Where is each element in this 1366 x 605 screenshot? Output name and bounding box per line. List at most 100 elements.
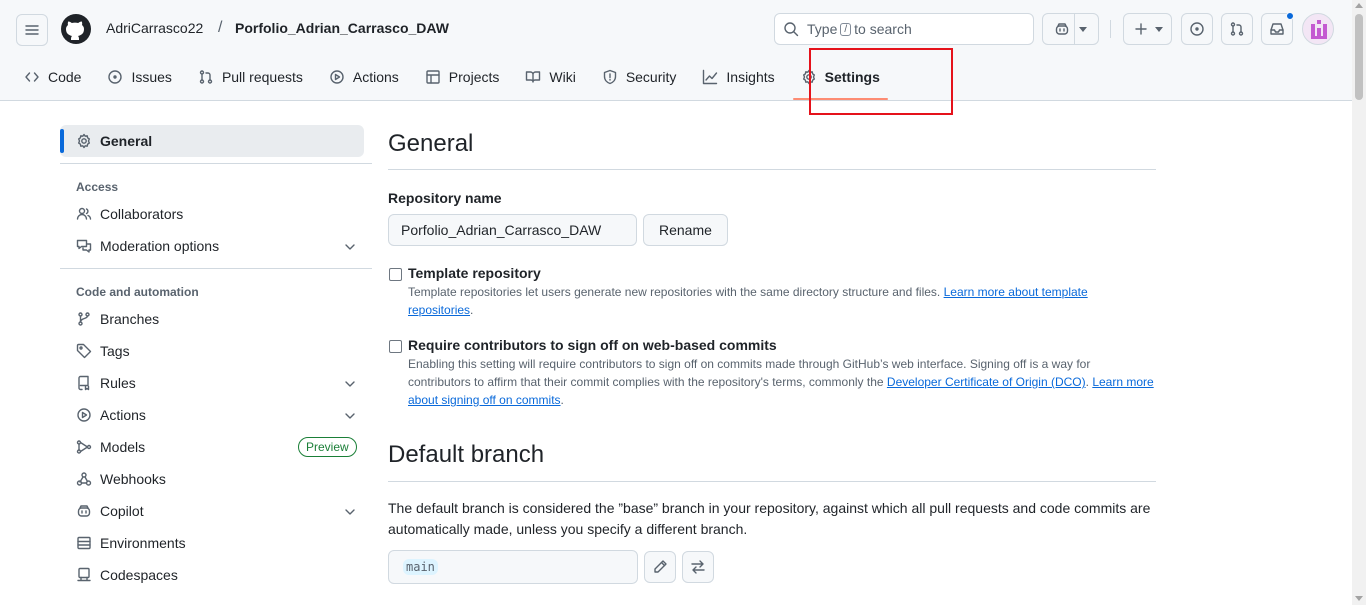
inbox-icon <box>1270 23 1284 35</box>
scroll-up-arrow-icon[interactable] <box>1355 3 1363 8</box>
template-repository-checkbox[interactable] <box>389 268 402 281</box>
signoff-title: Require contributors to sign off on web-… <box>408 337 777 353</box>
template-desc-text: Template repositories let users generate… <box>408 285 944 299</box>
arrow-switch-icon <box>691 560 705 574</box>
search-suffix: to search <box>854 21 912 37</box>
tab-label: Code <box>48 69 82 85</box>
default-branch-description: The default branch is considered the ”ba… <box>388 500 1151 537</box>
tab-label: Insights <box>726 69 775 85</box>
dco-link[interactable]: Developer Certificate of Origin (DCO) <box>887 375 1086 389</box>
server-icon <box>77 536 91 550</box>
breadcrumb-owner[interactable]: AdriCarrasco22 <box>106 20 203 36</box>
repo-name-input[interactable]: Porfolio_Adrian_Carrasco_DAW <box>388 214 637 246</box>
sidebar-item-label: Webhooks <box>100 471 166 487</box>
scrollbar-thumb[interactable] <box>1355 14 1363 100</box>
signoff-setting: Require contributors to sign off on web-… <box>388 337 1156 409</box>
menu-button[interactable] <box>16 14 48 46</box>
sidebar-item-collaborators[interactable]: Collaborators <box>60 198 372 230</box>
sidebar-item-branches[interactable]: Branches <box>60 303 372 335</box>
hamburger-icon <box>25 25 39 35</box>
copilot-icon <box>1055 23 1069 35</box>
sidebar-item-label: Copilot <box>100 503 144 519</box>
sidebar-item-label: Collaborators <box>100 206 184 222</box>
tab-label: Projects <box>448 69 500 85</box>
tab-label: Security <box>625 69 677 85</box>
code-icon <box>25 72 39 82</box>
sidebar-item-codespaces[interactable]: Codespaces <box>60 559 372 591</box>
sidebar-item-label: General <box>100 133 153 149</box>
sidebar-item-tags[interactable]: Tags <box>60 335 372 367</box>
notification-indicator <box>1286 12 1294 20</box>
sidebar-heading-access: Access <box>76 180 119 194</box>
copilot-button[interactable] <box>1042 13 1099 45</box>
issues-button[interactable] <box>1181 13 1213 45</box>
tab-code[interactable]: Code <box>16 60 89 94</box>
tab-security[interactable]: Security <box>594 60 685 94</box>
default-branch-field: main <box>388 550 638 584</box>
sidebar-item-actions[interactable]: Actions <box>60 399 372 431</box>
tab-label: Actions <box>352 69 399 85</box>
signoff-checkbox[interactable] <box>389 340 402 353</box>
repo-name-label: Repository name <box>388 190 502 206</box>
pull-request-icon <box>1230 22 1244 36</box>
tab-label: Pull requests <box>221 69 303 85</box>
template-repository-description: Template repositories let users generate… <box>408 283 1156 319</box>
template-repository-setting: Template repository Template repositorie… <box>388 265 1156 319</box>
breadcrumb-repo[interactable]: Porfolio_Adrian_Carrasco_DAW <box>235 20 449 36</box>
avatar[interactable] <box>1302 13 1334 45</box>
avatar-identicon-icon <box>1311 20 1327 39</box>
sidebar-item-general[interactable]: General <box>60 125 364 157</box>
sidebar-item-webhooks[interactable]: Webhooks <box>60 463 372 495</box>
sidebar-item-environments[interactable]: Environments <box>60 527 372 559</box>
chevron-down-icon <box>1154 26 1163 32</box>
tab-issues[interactable]: Issues <box>99 60 179 94</box>
copilot-icon <box>77 505 91 517</box>
sidebar-item-copilot[interactable]: Copilot <box>60 495 372 527</box>
sidebar-item-rules[interactable]: Rules <box>60 367 372 399</box>
scroll-down-arrow-icon[interactable] <box>1355 596 1363 601</box>
webhook-icon <box>76 472 92 486</box>
issue-icon <box>108 70 123 84</box>
signoff-desc-end: . <box>560 393 564 407</box>
sidebar-item-label: Branches <box>100 311 160 327</box>
people-icon <box>76 207 92 220</box>
github-logo-icon[interactable] <box>60 13 92 45</box>
sidebar-item-moderation-options[interactable]: Moderation options <box>60 230 372 262</box>
breadcrumb-separator: / <box>218 19 223 36</box>
chevron-down-icon <box>1079 26 1087 32</box>
tab-insights[interactable]: Insights <box>694 60 782 94</box>
tab-projects[interactable]: Projects <box>417 60 508 94</box>
comment-discussion-icon <box>76 239 92 253</box>
sidebar-item-label: Environments <box>100 535 186 551</box>
repo-push-icon <box>78 375 90 391</box>
rename-button[interactable]: Rename <box>643 214 728 246</box>
rename-branch-button[interactable] <box>644 551 676 583</box>
repo-tabs: Code Issues Pull requests Actions Projec… <box>16 60 898 100</box>
graph-icon <box>703 69 718 85</box>
codespaces-icon <box>77 567 91 582</box>
settings-highlight-box <box>809 48 953 115</box>
tag-icon <box>76 343 92 359</box>
tab-wiki[interactable]: Wiki <box>517 60 583 94</box>
play-icon <box>77 408 91 422</box>
header-divider <box>1110 20 1111 38</box>
page-scrollbar[interactable] <box>1352 0 1366 605</box>
sidebar-item-label: Models <box>100 439 146 455</box>
default-branch-heading: Default branch <box>388 437 1156 482</box>
create-new-button[interactable] <box>1123 13 1172 45</box>
chevron-down-icon <box>345 509 355 515</box>
sidebar-item-models[interactable]: Models Preview <box>60 431 372 463</box>
tab-pull-requests[interactable]: Pull requests <box>190 60 311 94</box>
search-shortcut-key: / <box>840 22 852 36</box>
pull-requests-button[interactable] <box>1221 13 1253 45</box>
tab-actions[interactable]: Actions <box>321 60 407 94</box>
template-desc-end: . <box>470 303 474 317</box>
search-input[interactable]: Type / to search <box>774 13 1034 45</box>
preview-badge: Preview <box>298 437 357 457</box>
settings-sidebar: General Access Collaborators Moderation … <box>60 125 372 591</box>
gear-icon <box>78 133 90 149</box>
switch-branch-button[interactable] <box>682 551 714 583</box>
search-icon <box>784 22 799 37</box>
branch-name: main <box>403 559 438 575</box>
search-prefix: Type <box>807 21 838 37</box>
